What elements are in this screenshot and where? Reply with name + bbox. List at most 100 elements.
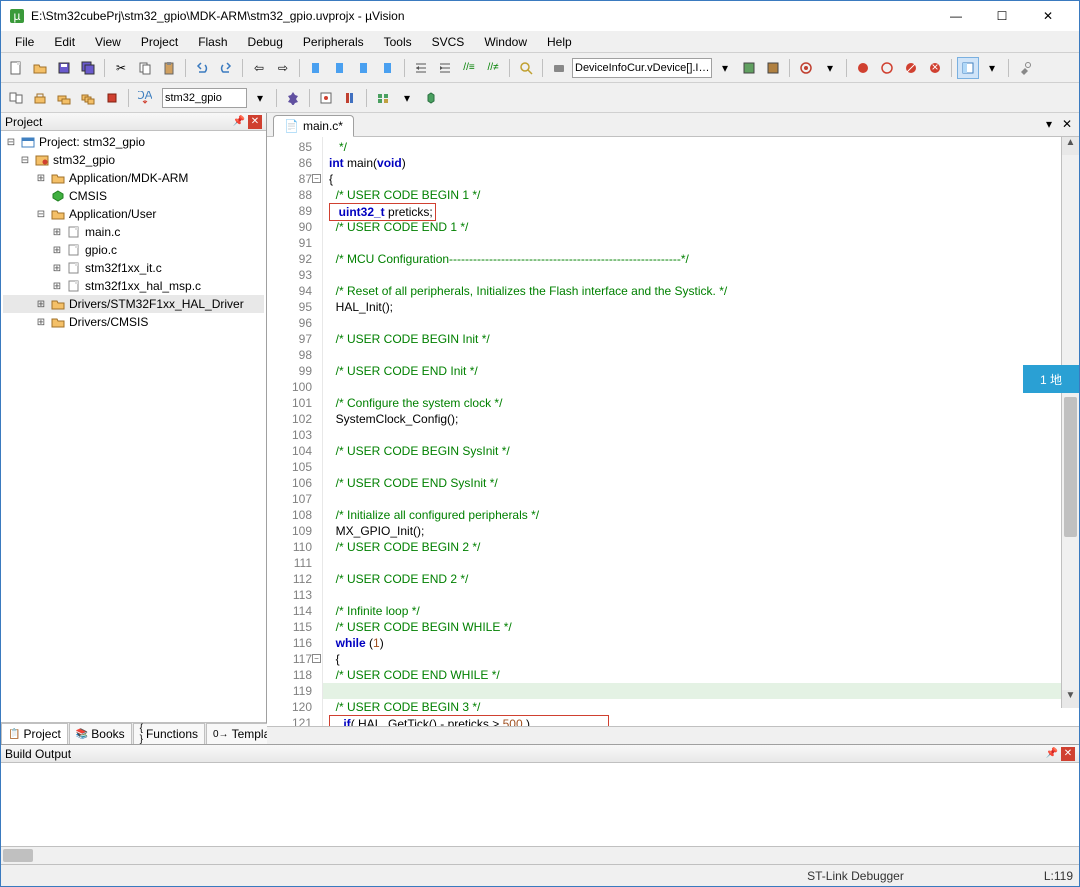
code-line[interactable]: /* USER CODE BEGIN Init */: [323, 331, 1079, 347]
nav-forward-icon[interactable]: ⇨: [272, 57, 294, 79]
copy-icon[interactable]: [134, 57, 156, 79]
window-dropdown-icon[interactable]: ▾: [981, 57, 1003, 79]
paste-icon[interactable]: [158, 57, 180, 79]
menu-view[interactable]: View: [85, 33, 131, 51]
build-output-body[interactable]: [1, 763, 1079, 846]
maximize-button[interactable]: ☐: [979, 1, 1025, 31]
code-line[interactable]: [323, 555, 1079, 571]
close-button[interactable]: ✕: [1025, 1, 1071, 31]
tree-row[interactable]: ⊞stm32f1xx_it.c: [3, 259, 264, 277]
save-all-icon[interactable]: [77, 57, 99, 79]
code-line[interactable]: /* MCU Configuration--------------------…: [323, 251, 1079, 267]
comment-icon[interactable]: //≡: [458, 57, 480, 79]
menu-debug[interactable]: Debug: [238, 33, 293, 51]
tree-row[interactable]: ⊞gpio.c: [3, 241, 264, 259]
code-line[interactable]: while (1): [323, 635, 1079, 651]
save-icon[interactable]: [53, 57, 75, 79]
tree-toggle-icon[interactable]: ⊟: [19, 155, 31, 166]
build-pin-icon[interactable]: 📌: [1045, 747, 1059, 761]
nav-back-icon[interactable]: ⇦: [248, 57, 270, 79]
tab-project[interactable]: 📋Project: [1, 723, 68, 744]
scroll-up-icon[interactable]: ▲: [1062, 137, 1079, 155]
tools-icon[interactable]: [1014, 57, 1036, 79]
code-line[interactable]: {: [323, 651, 1079, 667]
code-line[interactable]: [323, 459, 1079, 475]
bookmark-toggle-icon[interactable]: [353, 57, 375, 79]
options-target-icon[interactable]: [282, 87, 304, 109]
outdent-icon[interactable]: [434, 57, 456, 79]
code-line[interactable]: /* Infinite loop */: [323, 603, 1079, 619]
code-line[interactable]: int main(void): [323, 155, 1079, 171]
uncomment-icon[interactable]: //≠: [482, 57, 504, 79]
undo-icon[interactable]: [191, 57, 213, 79]
menu-tools[interactable]: Tools: [374, 33, 422, 51]
cut-icon[interactable]: ✂: [110, 57, 132, 79]
code-line[interactable]: [323, 235, 1079, 251]
menu-flash[interactable]: Flash: [188, 33, 237, 51]
breakpoint-kill-icon[interactable]: ×: [924, 57, 946, 79]
pin-icon[interactable]: 📌: [232, 115, 246, 129]
debug-dropdown-icon[interactable]: ▾: [819, 57, 841, 79]
new-file-icon[interactable]: [5, 57, 27, 79]
editor-tab-main-c[interactable]: 📄 main.c*: [273, 115, 354, 137]
stop-build-icon[interactable]: [101, 87, 123, 109]
tree-toggle-icon[interactable]: ⊟: [5, 137, 17, 148]
ime-badge[interactable]: 1 地: [1023, 365, 1079, 393]
download-icon[interactable]: LOAD: [134, 87, 156, 109]
project-tree[interactable]: ⊟Project: stm32_gpio⊟stm32_gpio⊞Applicat…: [1, 131, 266, 722]
breakpoint-disable-icon[interactable]: [900, 57, 922, 79]
menu-help[interactable]: Help: [537, 33, 582, 51]
device-dropdown-icon[interactable]: ▾: [714, 57, 736, 79]
code-line[interactable]: [323, 267, 1079, 283]
code-line[interactable]: [323, 347, 1079, 363]
scroll-thumb[interactable]: [1064, 397, 1077, 537]
minimize-button[interactable]: —: [933, 1, 979, 31]
code-line[interactable]: [323, 491, 1079, 507]
device-icon[interactable]: [548, 57, 570, 79]
tree-toggle-icon[interactable]: ⊞: [51, 227, 63, 238]
target-dropdown-icon[interactable]: ▾: [249, 87, 271, 109]
bookmark-clear-icon[interactable]: [377, 57, 399, 79]
tree-row[interactable]: ⊞stm32f1xx_hal_msp.c: [3, 277, 264, 295]
tab-menu-icon[interactable]: ▾: [1041, 116, 1057, 132]
menu-window[interactable]: Window: [474, 33, 537, 51]
menu-file[interactable]: File: [5, 33, 44, 51]
tree-toggle-icon[interactable]: ⊞: [51, 245, 63, 256]
fold-icon[interactable]: −: [312, 174, 321, 183]
code-line[interactable]: /* USER CODE BEGIN 2 */: [323, 539, 1079, 555]
batch-build-icon[interactable]: [77, 87, 99, 109]
build-hscroll-thumb[interactable]: [3, 849, 33, 862]
pack-installer-icon[interactable]: [372, 87, 394, 109]
code-line[interactable]: /* USER CODE END Init */: [323, 363, 1079, 379]
code-line[interactable]: /* USER CODE BEGIN 3 */: [323, 699, 1079, 715]
tree-row[interactable]: ⊞Drivers/STM32F1xx_HAL_Driver: [3, 295, 264, 313]
build-close-icon[interactable]: ✕: [1061, 747, 1075, 761]
menu-peripherals[interactable]: Peripherals: [293, 33, 374, 51]
window-layout-icon[interactable]: [957, 57, 979, 79]
redo-icon[interactable]: [215, 57, 237, 79]
rebuild-icon[interactable]: [53, 87, 75, 109]
code-line[interactable]: /* USER CODE END WHILE */: [323, 667, 1079, 683]
build-hscroll[interactable]: [1, 846, 1079, 864]
tree-row[interactable]: ⊞Drivers/CMSIS: [3, 313, 264, 331]
code-line[interactable]: [323, 427, 1079, 443]
horizontal-scrollbar[interactable]: [267, 726, 1079, 744]
code-line[interactable]: [323, 587, 1079, 603]
code-line[interactable]: /* USER CODE BEGIN 1 */: [323, 187, 1079, 203]
code-line[interactable]: /* USER CODE END SysInit */: [323, 475, 1079, 491]
find-icon[interactable]: [515, 57, 537, 79]
code-line[interactable]: {: [323, 171, 1079, 187]
tree-toggle-icon[interactable]: ⊟: [35, 209, 47, 220]
tree-toggle-icon[interactable]: ⊞: [35, 317, 47, 328]
runtime-env-icon[interactable]: [420, 87, 442, 109]
code-line[interactable]: /* USER CODE END 2 */: [323, 571, 1079, 587]
tree-row[interactable]: ⊞main.c: [3, 223, 264, 241]
tree-row[interactable]: CMSIS: [3, 187, 264, 205]
manage-books-icon[interactable]: [339, 87, 361, 109]
code-line[interactable]: /* USER CODE BEGIN SysInit */: [323, 443, 1079, 459]
tab-close-icon[interactable]: ✕: [1059, 116, 1075, 132]
tree-row[interactable]: ⊟Application/User: [3, 205, 264, 223]
menu-svcs[interactable]: SVCS: [422, 33, 475, 51]
breakpoint-enable-icon[interactable]: [876, 57, 898, 79]
pack-dropdown-icon[interactable]: ▾: [396, 87, 418, 109]
